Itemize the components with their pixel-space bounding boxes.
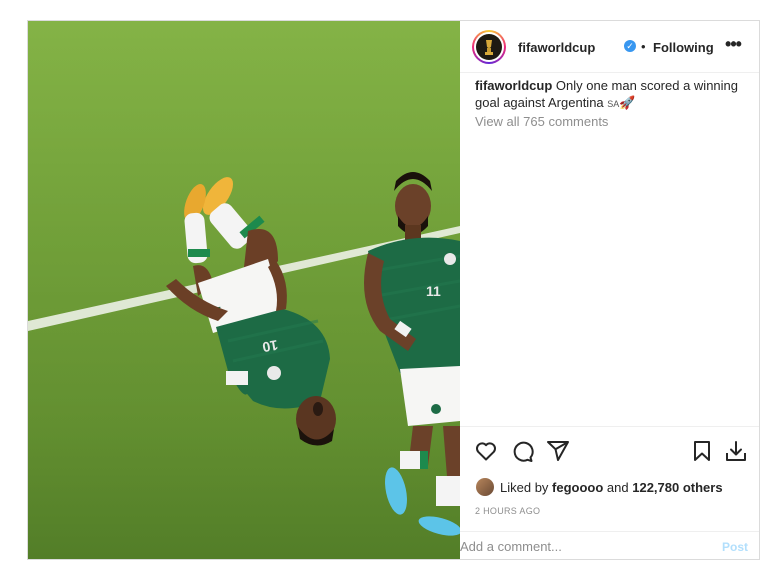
- football-celebration-photo: 10 10: [28, 21, 460, 559]
- post-comment-button[interactable]: Post: [722, 540, 748, 554]
- comment-bar: Post: [460, 531, 759, 559]
- comment-input[interactable]: [460, 536, 700, 556]
- heart-icon[interactable]: [474, 439, 498, 463]
- svg-text:10: 10: [261, 337, 279, 355]
- divider: [460, 426, 759, 427]
- download-icon[interactable]: [724, 439, 748, 463]
- following-button[interactable]: Following: [653, 40, 714, 55]
- share-icon[interactable]: [546, 439, 570, 463]
- comment-icon[interactable]: [510, 439, 534, 463]
- verified-badge-icon: ✓: [624, 40, 636, 52]
- post-timestamp: 2 HOURS AGO: [475, 506, 541, 516]
- instagram-post: 10 10: [27, 20, 760, 560]
- liked-prefix: Liked by: [500, 480, 553, 495]
- post-header: fifaworldcup ✓ • Following •••: [460, 21, 759, 73]
- svg-text:11: 11: [426, 283, 441, 299]
- trophy-icon: [476, 34, 502, 60]
- rocket-icon: 🚀: [619, 95, 636, 110]
- bookmark-icon[interactable]: [690, 439, 714, 463]
- liker-avatar[interactable]: [476, 478, 494, 496]
- liked-user-link[interactable]: fegoooo: [552, 480, 603, 495]
- more-options-icon[interactable]: •••: [722, 35, 744, 56]
- username[interactable]: fifaworldcup: [518, 40, 595, 55]
- liked-count-link[interactable]: 122,780 others: [632, 480, 722, 495]
- avatar[interactable]: [472, 30, 506, 64]
- separator-dot: •: [641, 39, 646, 54]
- likes-summary: Liked by fegoooo and 122,780 others: [500, 480, 723, 495]
- post-side-panel: fifaworldcup ✓ • Following ••• fifaworld…: [460, 21, 759, 559]
- post-photo[interactable]: 10 10: [28, 21, 460, 559]
- liked-mid: and: [603, 480, 633, 495]
- post-caption: fifaworldcup Only one man scored a winni…: [475, 77, 745, 113]
- flag-icon: SA: [607, 99, 620, 109]
- caption-username[interactable]: fifaworldcup: [475, 78, 552, 93]
- view-all-comments-link[interactable]: View all 765 comments: [475, 114, 608, 129]
